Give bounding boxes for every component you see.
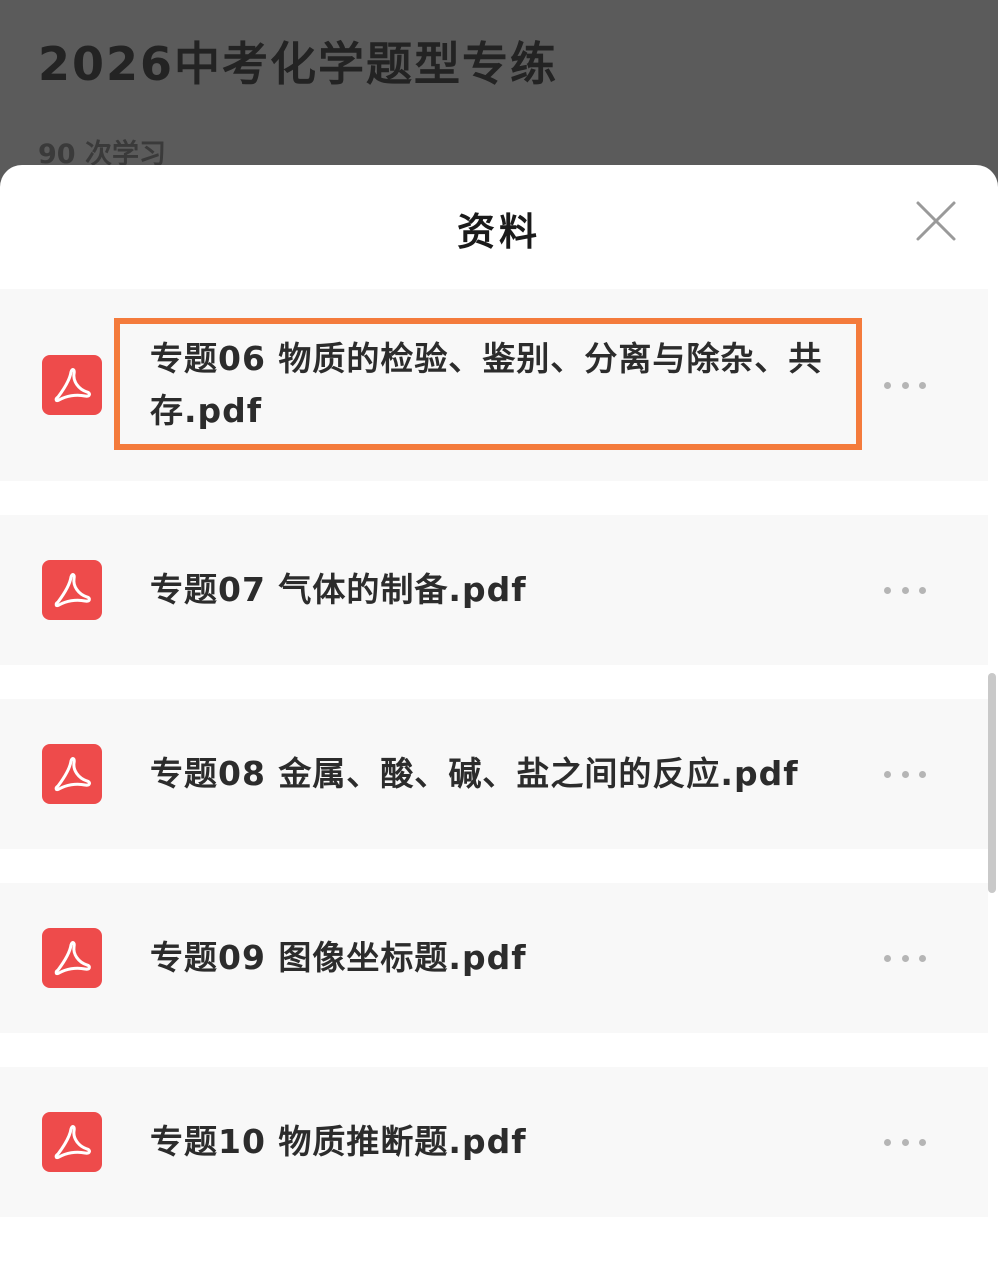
file-item[interactable]: 专题10 物质推断题.pdf bbox=[0, 1067, 988, 1217]
sheet-title: 资料 bbox=[456, 210, 541, 254]
file-item[interactable]: 专题08 金属、酸、碱、盐之间的反应.pdf bbox=[0, 699, 988, 849]
close-icon bbox=[916, 201, 956, 241]
more-options-button[interactable] bbox=[884, 764, 926, 784]
file-name: 专题06 物质的检验、鉴别、分离与除杂、共存.pdf bbox=[150, 339, 823, 430]
more-options-button[interactable] bbox=[884, 948, 926, 968]
file-name: 专题10 物质推断题.pdf bbox=[150, 1122, 527, 1161]
file-name: 专题09 图像坐标题.pdf bbox=[150, 938, 527, 977]
file-name: 专题08 金属、酸、碱、盐之间的反应.pdf bbox=[150, 754, 799, 793]
scrollbar[interactable] bbox=[988, 673, 996, 893]
pdf-icon bbox=[42, 928, 102, 988]
file-name: 专题07 气体的制备.pdf bbox=[150, 570, 527, 609]
materials-sheet: 资料 专题06 物质的检验、鉴别、分离与除杂、共存.pdf 专题07 气体的制备… bbox=[0, 165, 998, 1280]
pdf-icon bbox=[42, 560, 102, 620]
pdf-icon bbox=[42, 744, 102, 804]
file-item[interactable]: 专题06 物质的检验、鉴别、分离与除杂、共存.pdf bbox=[0, 289, 988, 481]
file-item[interactable]: 专题09 图像坐标题.pdf bbox=[0, 883, 988, 1033]
pdf-icon bbox=[42, 355, 102, 415]
more-options-button[interactable] bbox=[884, 375, 926, 395]
more-options-button[interactable] bbox=[884, 580, 926, 600]
more-options-button[interactable] bbox=[884, 1132, 926, 1152]
file-list: 专题06 物质的检验、鉴别、分离与除杂、共存.pdf 专题07 气体的制备.pd… bbox=[0, 289, 988, 1251]
file-item[interactable]: 专题07 气体的制备.pdf bbox=[0, 515, 988, 665]
close-button[interactable] bbox=[910, 195, 962, 247]
course-title: 2026中考化学题型专练 bbox=[38, 37, 559, 91]
pdf-icon bbox=[42, 1112, 102, 1172]
